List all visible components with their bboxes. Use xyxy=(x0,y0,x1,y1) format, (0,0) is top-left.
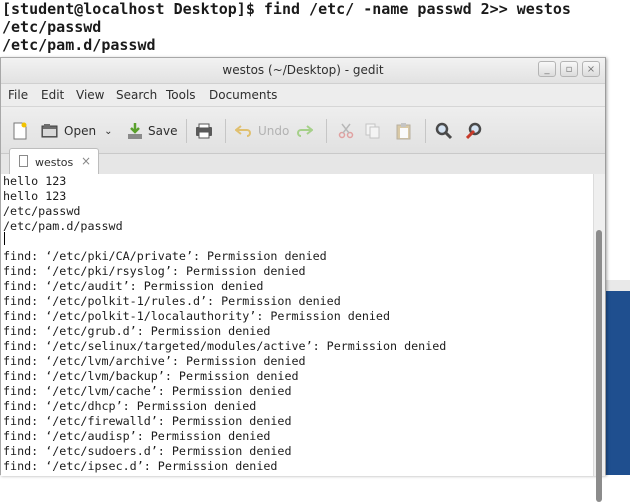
editor-line: find: ‘/etc/grub.d’: Permission denied xyxy=(3,324,271,338)
printer-icon xyxy=(196,123,212,139)
editor-line: find: ‘/etc/polkit-1/rules.d’: Permissio… xyxy=(3,294,341,308)
save-download-icon xyxy=(128,123,142,139)
new-document-button[interactable] xyxy=(12,121,33,141)
find-replace-icon xyxy=(466,122,482,140)
desktop-background xyxy=(604,291,630,475)
menu-tools[interactable]: Tools xyxy=(166,88,196,102)
editor-line: find: ‘/etc/firewalld’: Permission denie… xyxy=(3,414,292,428)
toolbar-separator xyxy=(326,119,327,143)
editor-line: find: ‘/etc/audit’: Permission denied xyxy=(3,279,264,293)
terminal-line: [student@localhost Desktop]$ find /etc/ … xyxy=(2,0,571,18)
close-button[interactable]: × xyxy=(582,61,600,77)
tab-westos[interactable]: westos × xyxy=(9,148,99,174)
editor-line: find: ‘/etc/lvm/cache’: Permission denie… xyxy=(3,384,292,398)
print-button[interactable] xyxy=(195,121,218,141)
editor-line: find: ‘/etc/audisp’: Permission denied xyxy=(3,429,271,443)
menu-view[interactable]: View xyxy=(76,88,104,102)
editor-line: find: ‘/etc/lvm/archive’: Permission den… xyxy=(3,354,306,368)
maximize-button[interactable]: ▫ xyxy=(560,61,578,77)
find-replace-button[interactable] xyxy=(466,121,489,141)
save-label: Save xyxy=(148,124,178,138)
copy-icon xyxy=(365,123,380,139)
editor-line: hello 123 xyxy=(3,174,67,188)
magnifier-icon xyxy=(435,122,453,140)
editor-line: /etc/pam.d/passwd xyxy=(3,219,123,233)
toolbar: Open ⌄ Save Undo xyxy=(1,106,605,154)
open-button[interactable]: Open ⌄ xyxy=(41,121,112,141)
clipboard-icon xyxy=(396,123,411,140)
editor-line: find: ‘/etc/polkit-1/localauthority’: Pe… xyxy=(3,309,391,323)
menu-edit[interactable]: Edit xyxy=(41,88,64,102)
text-editor[interactable]: hello 123 hello 123/etc/passwd/etc/pam.d/… xyxy=(1,174,593,476)
editor-line: /etc/passwd xyxy=(3,204,81,218)
minimize-button[interactable]: _ xyxy=(538,61,556,77)
scrollbar-thumb[interactable] xyxy=(596,230,602,502)
document-icon xyxy=(19,155,28,167)
paste-button[interactable] xyxy=(396,121,417,141)
terminal-line: /etc/pam.d/passwd xyxy=(2,36,156,54)
editor-line: find: ‘/etc/pki/CA/private’: Permission … xyxy=(3,249,327,263)
new-document-icon xyxy=(13,122,27,140)
toolbar-separator xyxy=(425,119,426,143)
scissors-icon xyxy=(338,123,354,139)
save-button[interactable]: Save xyxy=(127,121,177,141)
editor-line: find: ‘/etc/libvirt’: Permission denied xyxy=(3,474,277,476)
menu-search[interactable]: Search xyxy=(116,88,157,102)
editor-line: find: ‘/etc/ipsec.d’: Permission denied xyxy=(3,459,278,473)
redo-button[interactable] xyxy=(295,121,318,141)
editor-line: find: ‘/etc/selinux/targeted/modules/act… xyxy=(3,339,447,353)
desktop-strip xyxy=(604,280,630,291)
editor-line: find: ‘/etc/sudoers.d’: Permission denie… xyxy=(3,444,292,458)
open-folder-icon xyxy=(41,124,58,138)
menu-file[interactable]: File xyxy=(8,88,28,102)
cut-button[interactable] xyxy=(338,121,359,141)
copy-button[interactable] xyxy=(365,121,386,141)
text-cursor xyxy=(4,232,5,245)
undo-button[interactable]: Undo xyxy=(235,121,289,141)
chevron-down-icon[interactable]: ⌄ xyxy=(104,126,112,137)
editor-line: hello 123 xyxy=(3,189,67,203)
redo-icon xyxy=(297,125,313,137)
window-title: westos (~/Desktop) - gedit xyxy=(222,63,384,77)
undo-icon xyxy=(235,125,251,137)
tab-label: westos xyxy=(35,156,74,169)
editor-line: find: ‘/etc/pki/rsyslog’: Permission den… xyxy=(3,264,306,278)
editor-line: find: ‘/etc/lvm/backup’: Permission deni… xyxy=(3,369,299,383)
editor-line: find: ‘/etc/dhcp’: Permission denied xyxy=(3,399,257,413)
menu-bar: File Edit View Search Tools Documents xyxy=(1,84,605,106)
terminal-line: /etc/passwd xyxy=(2,18,102,36)
find-button[interactable] xyxy=(435,121,458,141)
title-bar[interactable]: westos (~/Desktop) - gedit _ ▫ × xyxy=(1,58,605,84)
toolbar-separator xyxy=(186,119,187,143)
undo-label: Undo xyxy=(258,124,290,138)
tab-close-icon[interactable]: × xyxy=(81,154,91,168)
gedit-window[interactable]: westos (~/Desktop) - gedit _ ▫ × File Ed… xyxy=(0,57,606,502)
menu-documents[interactable]: Documents xyxy=(209,88,277,102)
open-label: Open xyxy=(64,124,97,138)
toolbar-separator xyxy=(225,119,226,143)
